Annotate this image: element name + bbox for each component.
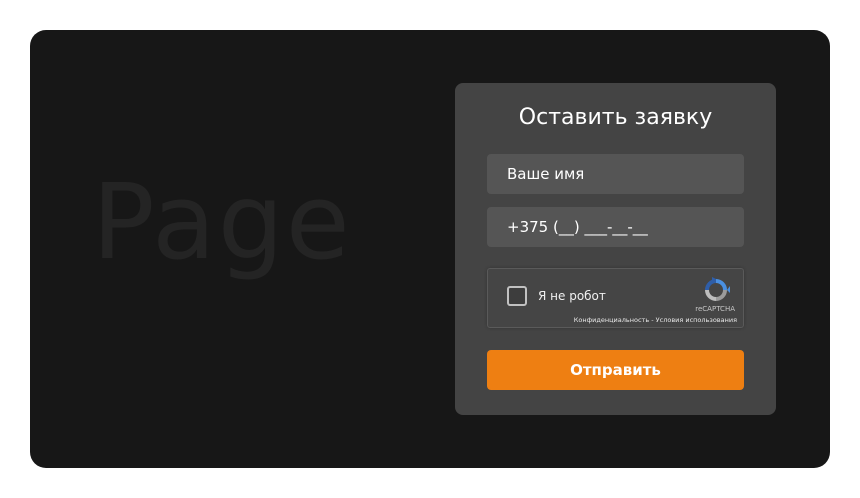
recaptcha-privacy-link[interactable]: Конфиденциальность (574, 316, 649, 324)
recaptcha-label: Я не робот (538, 289, 606, 303)
submit-button[interactable]: Отправить (487, 350, 744, 390)
recaptcha-terms-link[interactable]: Условия использования (656, 316, 737, 324)
phone-input[interactable] (487, 207, 744, 247)
request-form: Оставить заявку Я не робот reCAPTCHA Кон… (455, 83, 776, 415)
recaptcha-widget: Я не робот reCAPTCHA Конфиденциальность … (487, 268, 744, 328)
name-input[interactable] (487, 154, 744, 194)
form-title: Оставить заявку (518, 105, 713, 130)
page-watermark: Page (92, 161, 352, 283)
recaptcha-checkbox[interactable] (507, 286, 527, 306)
recaptcha-logo-icon (705, 277, 730, 301)
recaptcha-links: Конфиденциальность - Условия использован… (574, 316, 737, 324)
recaptcha-brand: reCAPTCHA (695, 305, 735, 313)
page-frame: Page Оставить заявку Я не робот reCAPTCH… (30, 30, 830, 468)
